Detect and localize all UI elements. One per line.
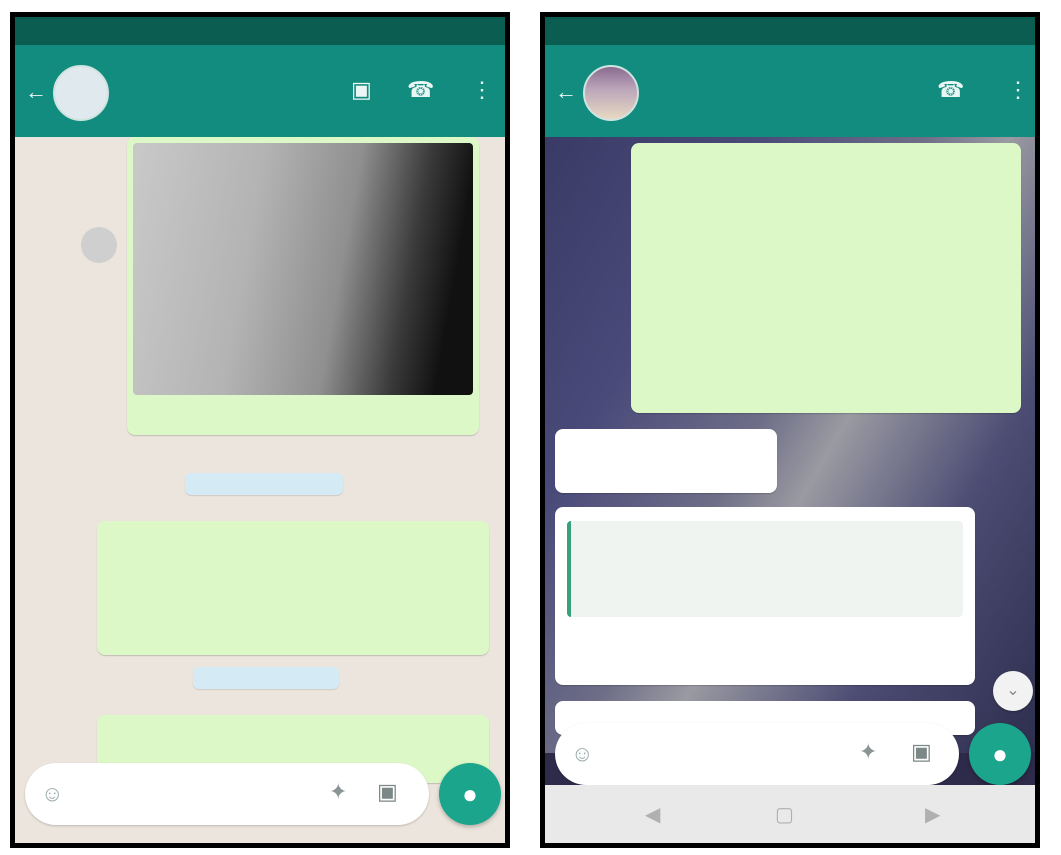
message-bubble[interactable] (555, 507, 975, 685)
mic-icon: ● (992, 739, 1008, 769)
camera-icon[interactable]: ▣ (911, 739, 932, 765)
chevron-down-icon: ⌄ (1006, 682, 1020, 699)
call-icon[interactable]: ☎ (937, 77, 964, 103)
video-call-icon[interactable]: ▣ (351, 77, 372, 103)
scroll-down-button[interactable]: ⌄ (993, 671, 1033, 711)
forward-icon[interactable] (81, 227, 117, 263)
attach-icon[interactable]: ✦ (329, 779, 347, 805)
message-bubble[interactable] (631, 143, 1021, 413)
chat-area[interactable]: ⌄ (545, 137, 1035, 753)
nav-back-icon[interactable]: ◀ (645, 802, 660, 827)
call-icon[interactable]: ☎ (407, 77, 434, 103)
status-bar (545, 17, 1035, 45)
chat-area[interactable] (15, 137, 505, 783)
phone-screenshot-right: ← ☎ ⋮ ⌄ ☺ ✦ ▣ ● ◀ ▢ ▶ (540, 12, 1040, 848)
image-message[interactable] (127, 137, 479, 435)
message-input-bar[interactable]: ☺ ✦ ▣ (555, 723, 959, 785)
quoted-message[interactable] (567, 521, 963, 617)
camera-icon[interactable]: ▣ (377, 779, 398, 805)
message-bubble[interactable] (97, 521, 489, 655)
mic-button[interactable]: ● (439, 763, 501, 825)
menu-dots-icon[interactable]: ⋮ (1007, 77, 1029, 103)
chat-header: ← ☎ ⋮ (545, 45, 1035, 137)
date-chip (185, 473, 343, 495)
attach-icon[interactable]: ✦ (859, 739, 877, 765)
message-input-bar[interactable]: ☺ ✦ ▣ (25, 763, 429, 825)
date-chip (193, 667, 339, 689)
status-bar (15, 17, 505, 45)
nav-recents-icon[interactable]: ▶ (925, 802, 940, 827)
emoji-icon[interactable]: ☺ (41, 781, 63, 807)
chat-header: ← ▣ ☎ ⋮ (15, 45, 505, 137)
nav-home-icon[interactable]: ▢ (775, 802, 794, 827)
menu-dots-icon[interactable]: ⋮ (471, 77, 493, 103)
message-bubble[interactable] (555, 429, 777, 493)
mic-icon: ● (462, 779, 478, 809)
message-image[interactable] (133, 143, 473, 395)
mic-button[interactable]: ● (969, 723, 1031, 785)
avatar[interactable] (53, 65, 109, 121)
phone-screenshot-left: ← ▣ ☎ ⋮ ☺ ✦ ▣ ● (10, 12, 510, 848)
arrow-left-icon[interactable]: ← (25, 79, 47, 105)
arrow-left-icon[interactable]: ← (555, 79, 577, 105)
system-nav-bar: ◀ ▢ ▶ (545, 785, 1035, 843)
emoji-icon[interactable]: ☺ (571, 741, 593, 767)
group-avatar[interactable] (583, 65, 639, 121)
